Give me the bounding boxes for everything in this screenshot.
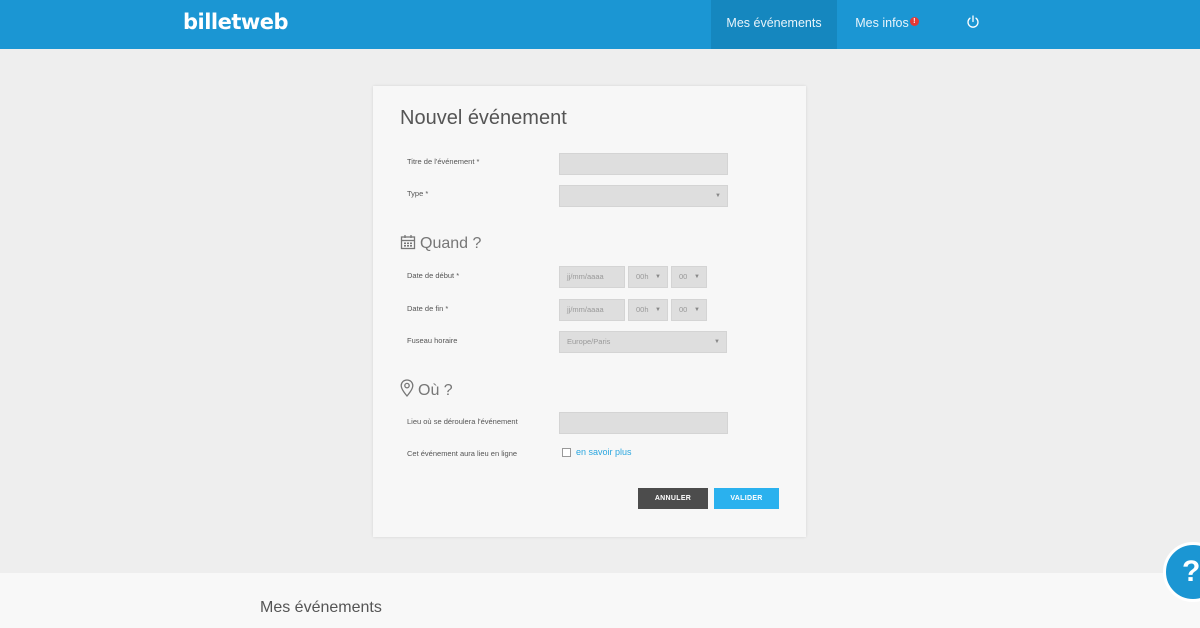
when-section-label: Quand ? xyxy=(420,235,482,252)
form-title: Nouvel événement xyxy=(400,107,567,129)
event-type-label: Type * xyxy=(407,189,429,198)
start-hour-value: 00h xyxy=(636,272,649,281)
timezone-label: Fuseau horaire xyxy=(407,336,458,345)
new-event-form-card: Nouvel événement Titre de l'événement * … xyxy=(373,86,806,537)
billetweb-logo[interactable]: billetweb xyxy=(183,10,289,34)
start-date-input[interactable]: jj/mm/aaaa xyxy=(559,266,625,288)
end-hour-select[interactable]: 00h ▼ xyxy=(628,299,668,321)
chevron-down-icon: ▼ xyxy=(694,274,700,280)
chevron-down-icon: ▼ xyxy=(715,193,721,199)
event-type-select[interactable]: ▼ xyxy=(559,185,728,207)
calendar-icon xyxy=(400,235,416,250)
chevron-down-icon: ▼ xyxy=(714,339,720,345)
my-events-section: Mes événements xyxy=(0,573,1200,628)
timezone-select[interactable]: Europe/Paris ▼ xyxy=(559,331,727,353)
end-minute-value: 00 xyxy=(679,305,688,314)
chevron-down-icon: ▼ xyxy=(655,274,661,280)
where-section-title: Où ? xyxy=(400,379,453,400)
chevron-down-icon: ▼ xyxy=(655,307,661,313)
end-minute-select[interactable]: 00 ▼ xyxy=(671,299,707,321)
online-event-label: Cet événement aura lieu en ligne xyxy=(407,449,518,458)
my-events-title: Mes événements xyxy=(260,599,382,616)
end-date-label: Date de fin * xyxy=(407,304,449,313)
notification-badge: ! xyxy=(909,17,919,26)
start-hour-select[interactable]: 00h ▼ xyxy=(628,266,668,288)
map-pin-icon xyxy=(400,379,414,397)
nav-my-events[interactable]: Mes événements xyxy=(711,0,837,49)
place-label: Lieu où se déroulera l'événement xyxy=(407,417,518,426)
when-section-title: Quand ? xyxy=(400,234,481,253)
place-input[interactable] xyxy=(559,412,728,434)
where-section-label: Où ? xyxy=(418,382,453,399)
online-event-checkbox[interactable] xyxy=(562,448,571,457)
nav-my-infos[interactable]: Mes infos! xyxy=(837,0,937,49)
end-date-input[interactable]: jj/mm/aaaa xyxy=(559,299,625,321)
logout-button[interactable] xyxy=(957,0,989,49)
start-minute-select[interactable]: 00 ▼ xyxy=(671,266,707,288)
chevron-down-icon: ▼ xyxy=(694,307,700,313)
timezone-value: Europe/Paris xyxy=(567,337,611,346)
start-date-label: Date de début * xyxy=(407,271,460,280)
nav-my-infos-label: Mes infos xyxy=(855,16,909,30)
event-title-label: Titre de l'événement * xyxy=(407,157,480,166)
event-title-input[interactable] xyxy=(559,153,728,175)
start-minute-value: 00 xyxy=(679,272,688,281)
validate-button[interactable]: VALIDER xyxy=(714,488,779,509)
cancel-button[interactable]: ANNULER xyxy=(638,488,708,509)
help-icon: ? xyxy=(1182,555,1200,588)
learn-more-link[interactable]: en savoir plus xyxy=(576,447,632,457)
end-hour-value: 00h xyxy=(636,305,649,314)
top-navbar: billetweb Mes événements Mes infos! xyxy=(0,0,1200,49)
power-icon xyxy=(967,15,979,28)
